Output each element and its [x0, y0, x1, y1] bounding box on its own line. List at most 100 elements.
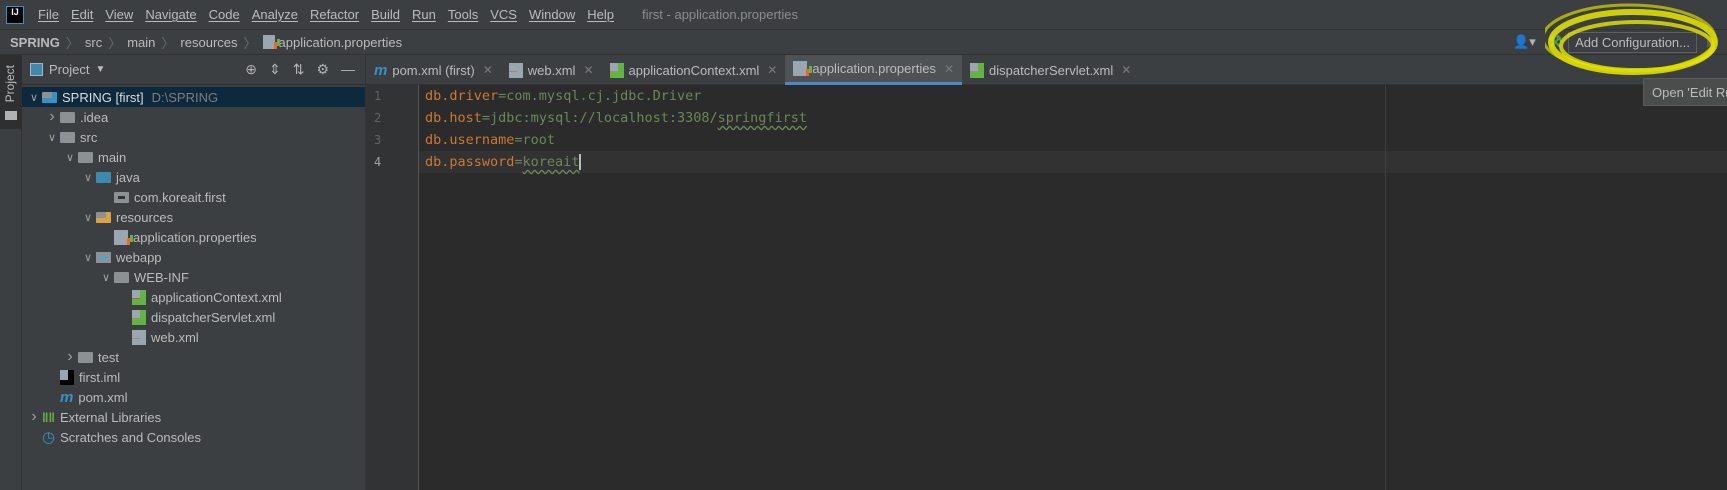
menu-edit[interactable]: Edit	[65, 7, 99, 22]
menu-tools[interactable]: Tools	[442, 7, 484, 22]
chevron-down-icon[interactable]: ∨	[80, 211, 96, 224]
tree-item-label: main	[98, 149, 127, 165]
menu-refactor[interactable]: Refactor	[304, 7, 365, 22]
tab-label: web.xml	[527, 62, 576, 78]
chevron-down-icon[interactable]: ∨	[44, 131, 60, 144]
tree-item[interactable]: ∨ webapp	[22, 247, 365, 267]
code-line[interactable]: db.host=jdbc:mysql://localhost:3308/spri…	[419, 107, 1727, 129]
tree-item[interactable]: applicationContext.xml	[22, 287, 365, 307]
project-panel: Project ▼ ⊕ ⇕ ⇅ ⚙ — ∨ SPRING [first] D:\SP…	[22, 55, 366, 490]
menu-help[interactable]: Help	[581, 7, 620, 22]
code-line[interactable]: db.password=koreait	[419, 151, 1727, 173]
close-icon[interactable]: ✕	[583, 63, 593, 77]
chevron-down-icon[interactable]: ∨	[62, 151, 78, 164]
tree-item[interactable]: › ‖‖ External Libraries	[22, 407, 365, 427]
tab-label: applicationContext.xml	[628, 62, 760, 78]
close-icon[interactable]: ✕	[483, 63, 493, 77]
chevron-down-icon[interactable]: ∨	[26, 91, 42, 104]
tree-item[interactable]: ∨ SPRING [first] D:\SPRING	[22, 87, 365, 107]
tree-item-label: first.iml	[79, 369, 121, 385]
source-folder-icon	[96, 171, 111, 183]
close-icon[interactable]: ✕	[944, 62, 954, 76]
spring-xml-icon	[132, 289, 146, 305]
folder-icon	[60, 111, 75, 123]
run-icon[interactable]: ▶	[1707, 34, 1717, 50]
tab-label: application.properties	[812, 61, 936, 76]
collapse-all-icon[interactable]: ⇅	[293, 61, 305, 78]
tree-item[interactable]: ∨ java	[22, 167, 365, 187]
web-xml-icon	[132, 329, 146, 345]
project-tree: ∨ SPRING [first] D:\SPRING › .idea ∨ src ∨ main ∨…	[22, 85, 365, 447]
breadcrumb-item[interactable]: src	[85, 35, 102, 50]
build-hammer-icon[interactable]: ⚒	[1548, 32, 1562, 52]
tree-item[interactable]: › test	[22, 347, 365, 367]
property-key: db.host	[425, 110, 482, 126]
tree-item[interactable]: dispatcherServlet.xml	[22, 307, 365, 327]
breadcrumb-item[interactable]: resources	[180, 35, 237, 50]
menu-navigate[interactable]: Navigate	[139, 7, 202, 22]
tab-pom-xml[interactable]: m pom.xml (first) ✕	[366, 55, 501, 85]
tree-item[interactable]: ∨ src	[22, 127, 365, 147]
folder-icon	[5, 111, 17, 120]
tree-item[interactable]: m pom.xml	[22, 387, 365, 407]
chevron-right-icon[interactable]: ›	[62, 348, 78, 366]
tree-item[interactable]: first.iml	[22, 367, 365, 387]
menu-code[interactable]: Code	[203, 7, 246, 22]
property-key: db.password	[425, 154, 515, 170]
tree-item[interactable]: ∨ resources	[22, 207, 365, 227]
breadcrumb-item[interactable]: SPRING	[10, 35, 60, 50]
menu-file[interactable]: File	[32, 7, 65, 22]
locate-icon[interactable]: ⊕	[245, 61, 257, 78]
chevron-right-icon: 〉	[65, 35, 79, 51]
menu-bar: IJ File Edit View Navigate Code Analyze Refact…	[0, 0, 1727, 29]
tab-web-xml[interactable]: web.xml ✕	[501, 55, 602, 85]
menu-analyze[interactable]: Analyze	[246, 7, 304, 22]
chevron-down-icon[interactable]: ∨	[98, 271, 114, 284]
chevron-right-icon[interactable]: ›	[26, 408, 42, 426]
tree-item[interactable]: web.xml	[22, 327, 365, 347]
chevron-down-icon[interactable]: ∨	[80, 251, 96, 264]
tab-dispatcherservlet-xml[interactable]: dispatcherServlet.xml ✕	[962, 55, 1139, 85]
chevron-down-icon[interactable]: ∨	[80, 171, 96, 184]
tree-item[interactable]: application.properties	[22, 227, 365, 247]
project-tool-tab[interactable]: Project	[0, 55, 22, 129]
hide-icon[interactable]: —	[341, 61, 355, 78]
breadcrumb-label: resources	[180, 34, 238, 50]
libraries-icon: ‖‖	[42, 409, 55, 425]
code-line[interactable]: db.driver=com.mysql.cj.jdbc.Driver	[419, 85, 1727, 107]
maven-icon: m	[60, 388, 74, 406]
user-icon[interactable]: 👤▾	[1513, 34, 1536, 50]
chevron-right-icon[interactable]: ›	[44, 108, 60, 126]
gear-icon[interactable]: ⚙	[316, 61, 329, 78]
tree-item[interactable]: › .idea	[22, 107, 365, 127]
menu-view[interactable]: View	[99, 7, 139, 22]
tree-item-label: dispatcherServlet.xml	[151, 309, 276, 325]
project-view-selector[interactable]: Project	[49, 62, 89, 77]
close-icon[interactable]: ✕	[1121, 63, 1131, 77]
code-line[interactable]: db.username=root	[419, 129, 1727, 151]
tree-item[interactable]: ∨ main	[22, 147, 365, 167]
breadcrumb-item[interactable]: application.properties	[262, 35, 402, 50]
chevron-down-icon[interactable]: ▼	[95, 64, 105, 75]
add-configuration-button[interactable]: Add Configuration...	[1568, 31, 1697, 53]
line-number: 1	[374, 89, 382, 103]
menu-build[interactable]: Build	[365, 7, 406, 22]
scratches-icon: ◷	[42, 429, 56, 446]
property-value: root	[522, 132, 556, 148]
project-view-icon	[30, 63, 43, 76]
menu-vcs[interactable]: VCS	[484, 7, 523, 22]
menu-window[interactable]: Window	[523, 7, 581, 22]
code-editor[interactable]: db.driver=com.mysql.cj.jdbc.Driver db.hos…	[419, 85, 1727, 490]
tree-item[interactable]: ∨ WEB-INF	[22, 267, 365, 287]
tree-item[interactable]: ◷ Scratches and Consoles	[22, 427, 365, 447]
property-value: com.mysql.cj.jdbc.Driver	[506, 88, 702, 104]
expand-all-icon[interactable]: ⇕	[269, 61, 281, 78]
tab-applicationcontext-xml[interactable]: applicationContext.xml ✕	[602, 55, 786, 85]
tab-label: pom.xml (first)	[392, 62, 475, 78]
menu-run[interactable]: Run	[406, 7, 442, 22]
tree-item[interactable]: com.koreait.first	[22, 187, 365, 207]
close-icon[interactable]: ✕	[767, 63, 777, 77]
tab-application-properties[interactable]: application.properties ✕	[785, 55, 962, 85]
breadcrumb-item[interactable]: main	[127, 35, 155, 50]
tree-item-label: resources	[116, 209, 174, 225]
